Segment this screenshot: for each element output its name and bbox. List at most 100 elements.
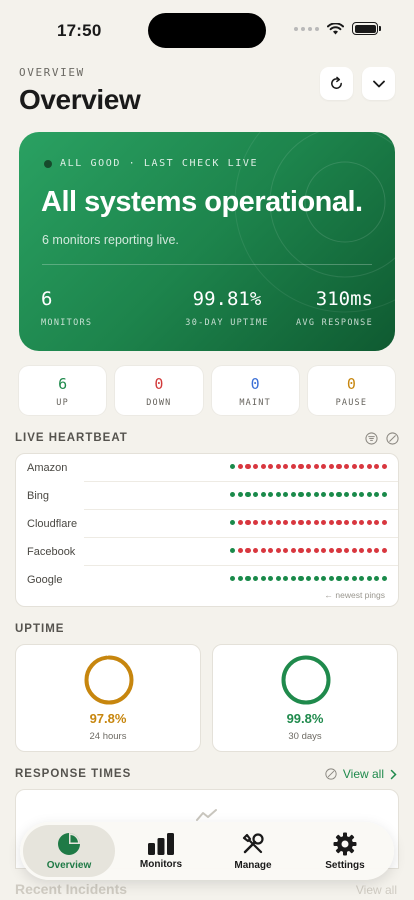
expand-button[interactable] bbox=[362, 67, 395, 100]
count-label: PAUSE bbox=[335, 398, 368, 408]
recent-view-all-link[interactable]: View all bbox=[356, 883, 397, 897]
ping-down bbox=[283, 464, 289, 470]
stat-uptime: 99.81% 30-DAY UPTIME bbox=[167, 288, 287, 328]
monitor-name: Cloudflare bbox=[27, 518, 78, 530]
ping-down bbox=[351, 548, 357, 554]
filter-icon[interactable] bbox=[365, 432, 378, 445]
ping-down bbox=[306, 548, 312, 554]
count-value: 6 bbox=[58, 375, 68, 393]
uptime-period: 24 hours bbox=[89, 731, 127, 742]
tab-monitors[interactable]: Monitors bbox=[115, 825, 207, 877]
ping-up bbox=[275, 492, 281, 498]
ping-down bbox=[374, 520, 380, 526]
stat-response: 310ms AVG RESPONSE bbox=[296, 288, 373, 328]
status-dot bbox=[44, 159, 52, 168]
ping-down bbox=[374, 548, 380, 554]
ping-up bbox=[245, 576, 251, 582]
ping-up bbox=[283, 492, 289, 498]
ping-up bbox=[328, 576, 334, 582]
uptime-ring-24h bbox=[84, 655, 134, 705]
dynamic-island bbox=[148, 13, 266, 48]
stat-value: 6 bbox=[41, 288, 53, 310]
page-title: Overview bbox=[19, 84, 141, 115]
monitor-name: Google bbox=[27, 574, 63, 586]
pause-all-icon[interactable] bbox=[386, 432, 399, 445]
count-up-chip[interactable]: 6 UP bbox=[19, 366, 107, 415]
ping-up bbox=[366, 576, 372, 582]
ping-up bbox=[313, 576, 319, 582]
ping-down bbox=[298, 464, 304, 470]
ping-dots bbox=[230, 520, 387, 526]
ping-up bbox=[351, 492, 357, 498]
count-label: UP bbox=[56, 398, 69, 408]
ping-dots bbox=[230, 548, 387, 554]
ping-up bbox=[268, 492, 274, 498]
gear-icon bbox=[333, 832, 357, 855]
stat-label: MONITORS bbox=[41, 318, 93, 328]
ping-down bbox=[328, 548, 334, 554]
count-maint-chip[interactable]: 0 MAINT bbox=[211, 366, 299, 415]
ping-up bbox=[306, 576, 312, 582]
ping-up bbox=[374, 576, 380, 582]
stat-value: 310ms bbox=[315, 288, 373, 310]
status-hero-card: ALL GOOD · LAST CHECK LIVE All systems o… bbox=[19, 132, 395, 351]
ping-up bbox=[230, 576, 236, 582]
count-down-chip[interactable]: 0 DOWN bbox=[115, 366, 203, 415]
ping-down bbox=[237, 464, 244, 470]
tab-overview[interactable]: Overview bbox=[23, 825, 115, 877]
ping-down bbox=[306, 520, 312, 526]
count-value: 0 bbox=[250, 375, 260, 393]
tab-manage[interactable]: Manage bbox=[207, 825, 299, 877]
ping-up bbox=[359, 576, 365, 582]
ping-up bbox=[230, 492, 236, 498]
tab-label: Settings bbox=[325, 859, 365, 871]
ping-up bbox=[290, 576, 297, 582]
ping-down bbox=[336, 520, 342, 526]
ping-up bbox=[290, 492, 297, 498]
ping-up bbox=[252, 576, 259, 582]
ping-down bbox=[313, 548, 319, 554]
ping-down bbox=[306, 464, 312, 470]
ping-down bbox=[268, 520, 274, 526]
ping-up bbox=[306, 492, 312, 498]
stat-monitors: 6 MONITORS bbox=[41, 288, 92, 328]
chevron-down-icon bbox=[372, 80, 385, 87]
ping-dots bbox=[230, 464, 387, 470]
ping-dots bbox=[230, 576, 387, 582]
ping-up bbox=[298, 492, 304, 498]
ping-down bbox=[245, 464, 251, 470]
count-pause-chip[interactable]: 0 PAUSE bbox=[307, 366, 395, 415]
ping-up bbox=[321, 576, 327, 582]
heartbeat-row[interactable]: Amazon bbox=[16, 454, 398, 482]
ping-down bbox=[313, 464, 319, 470]
recent-incidents-title: Recent Incidents bbox=[15, 881, 128, 897]
ping-up bbox=[343, 492, 350, 498]
heartbeat-actions bbox=[365, 432, 399, 445]
ping-up bbox=[283, 576, 289, 582]
monitor-name: Facebook bbox=[27, 546, 76, 558]
ping-up bbox=[351, 576, 357, 582]
pie-chart-icon bbox=[58, 832, 80, 855]
uptime-card-24h[interactable]: 97.8% 24 hours bbox=[15, 644, 201, 752]
ping-up bbox=[343, 576, 350, 582]
ping-down bbox=[366, 548, 372, 554]
heartbeat-row[interactable]: Cloudflare bbox=[16, 510, 398, 538]
ping-down bbox=[321, 520, 327, 526]
ping-up bbox=[366, 492, 372, 498]
ping-down bbox=[343, 464, 350, 470]
heartbeat-row[interactable]: Bing bbox=[16, 482, 398, 510]
status-line: ALL GOOD · LAST CHECK LIVE bbox=[44, 158, 258, 169]
clock: 17:50 bbox=[57, 21, 102, 40]
tab-settings[interactable]: Settings bbox=[299, 825, 391, 877]
refresh-button[interactable] bbox=[320, 67, 353, 100]
divider bbox=[42, 264, 372, 265]
response-view-all-link[interactable]: View all bbox=[325, 767, 397, 781]
ping-down bbox=[381, 464, 387, 470]
ping-down bbox=[321, 464, 327, 470]
ping-down bbox=[343, 520, 350, 526]
ping-up bbox=[260, 492, 266, 498]
ping-dots bbox=[230, 492, 387, 498]
heartbeat-row[interactable]: Facebook bbox=[16, 538, 398, 566]
uptime-card-30d[interactable]: 99.8% 30 days bbox=[212, 644, 398, 752]
ping-down bbox=[275, 548, 281, 554]
